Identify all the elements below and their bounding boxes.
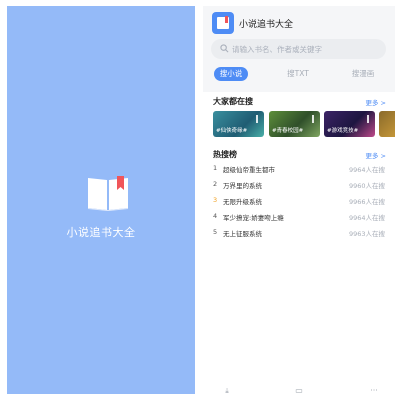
rank-number: 3 xyxy=(213,196,218,204)
hot-list-item[interactable]: 3 无限升级系统 9966人在搜 xyxy=(213,196,385,208)
banner-tag: #游戏竞技# xyxy=(327,128,359,134)
banner-item[interactable]: #游戏竞技# xyxy=(324,111,375,137)
hot-list-item[interactable]: 2 万界里的系统 9960人在搜 xyxy=(213,180,385,192)
bottom-nav: ⤓ ▭ ··· xyxy=(203,384,395,394)
screenshot: 小说追书大全 小说追书大全 请输入书名、作者或关键字 搜小说 搜TXT 搜漫画 … xyxy=(0,0,400,400)
book-title: 超级仙帝重生都市 xyxy=(223,166,275,174)
book-title: 万界里的系统 xyxy=(223,182,262,190)
popular-section-title: 大家都在搜 xyxy=(213,97,253,106)
app-logo-icon xyxy=(212,12,234,34)
hot-list-item[interactable]: 5 无上征服系统 9963人在搜 xyxy=(213,228,385,240)
search-count: 9966人在搜 xyxy=(348,198,385,206)
rank-number: 2 xyxy=(213,180,218,188)
app-name: 小说追书大全 xyxy=(239,20,294,30)
header-area: 小说追书大全 请输入书名、作者或关键字 搜小说 搜TXT 搜漫画 xyxy=(203,6,395,92)
tab-comic[interactable]: 搜漫画 xyxy=(348,67,378,81)
tab-novel[interactable]: 搜小说 xyxy=(214,67,248,81)
search-count: 9964人在搜 xyxy=(348,166,385,174)
banner-item[interactable]: #仙侠奇缘# xyxy=(213,111,264,137)
hot-section-title: 热搜榜 xyxy=(213,150,237,159)
banner-tag: #青春校园# xyxy=(272,128,304,134)
banner-item[interactable]: #青春校园# xyxy=(269,111,320,137)
popular-more-link[interactable]: 更多 > xyxy=(365,97,386,107)
search-count: 9963人在搜 xyxy=(348,230,385,238)
folder-icon[interactable]: ▭ xyxy=(293,388,305,394)
search-count: 9964人在搜 xyxy=(348,214,385,222)
search-count: 9960人在搜 xyxy=(348,182,385,190)
book-icon xyxy=(88,176,128,211)
banner-tag: #仙侠奇缘# xyxy=(216,128,248,134)
hot-list-item[interactable]: 4 军少撩宠:娇妻吻上瘾 9964人在搜 xyxy=(213,212,385,224)
home-screen: 小说追书大全 请输入书名、作者或关键字 搜小说 搜TXT 搜漫画 大家都在搜 更… xyxy=(203,6,395,394)
splash-title: 小说追书大全 xyxy=(66,226,136,239)
book-title: 军少撩宠:娇妻吻上瘾 xyxy=(223,214,284,222)
download-icon[interactable]: ⤓ xyxy=(221,388,233,394)
hot-more-link[interactable]: 更多 > xyxy=(365,150,386,160)
more-icon[interactable]: ··· xyxy=(368,388,380,394)
rank-number: 1 xyxy=(213,164,218,172)
rank-number: 5 xyxy=(213,228,218,236)
tab-txt[interactable]: 搜TXT xyxy=(283,67,313,81)
book-title: 无上征服系统 xyxy=(223,230,262,238)
banner-item[interactable] xyxy=(379,111,395,137)
search-placeholder: 请输入书名、作者或关键字 xyxy=(232,45,322,54)
hot-list-item[interactable]: 1 超级仙帝重生都市 9964人在搜 xyxy=(213,164,385,176)
rank-number: 4 xyxy=(213,212,218,220)
book-title: 无限升级系统 xyxy=(223,198,262,206)
search-input[interactable]: 请输入书名、作者或关键字 xyxy=(211,39,386,59)
search-icon xyxy=(220,44,229,53)
splash-screen: 小说追书大全 xyxy=(7,6,195,394)
